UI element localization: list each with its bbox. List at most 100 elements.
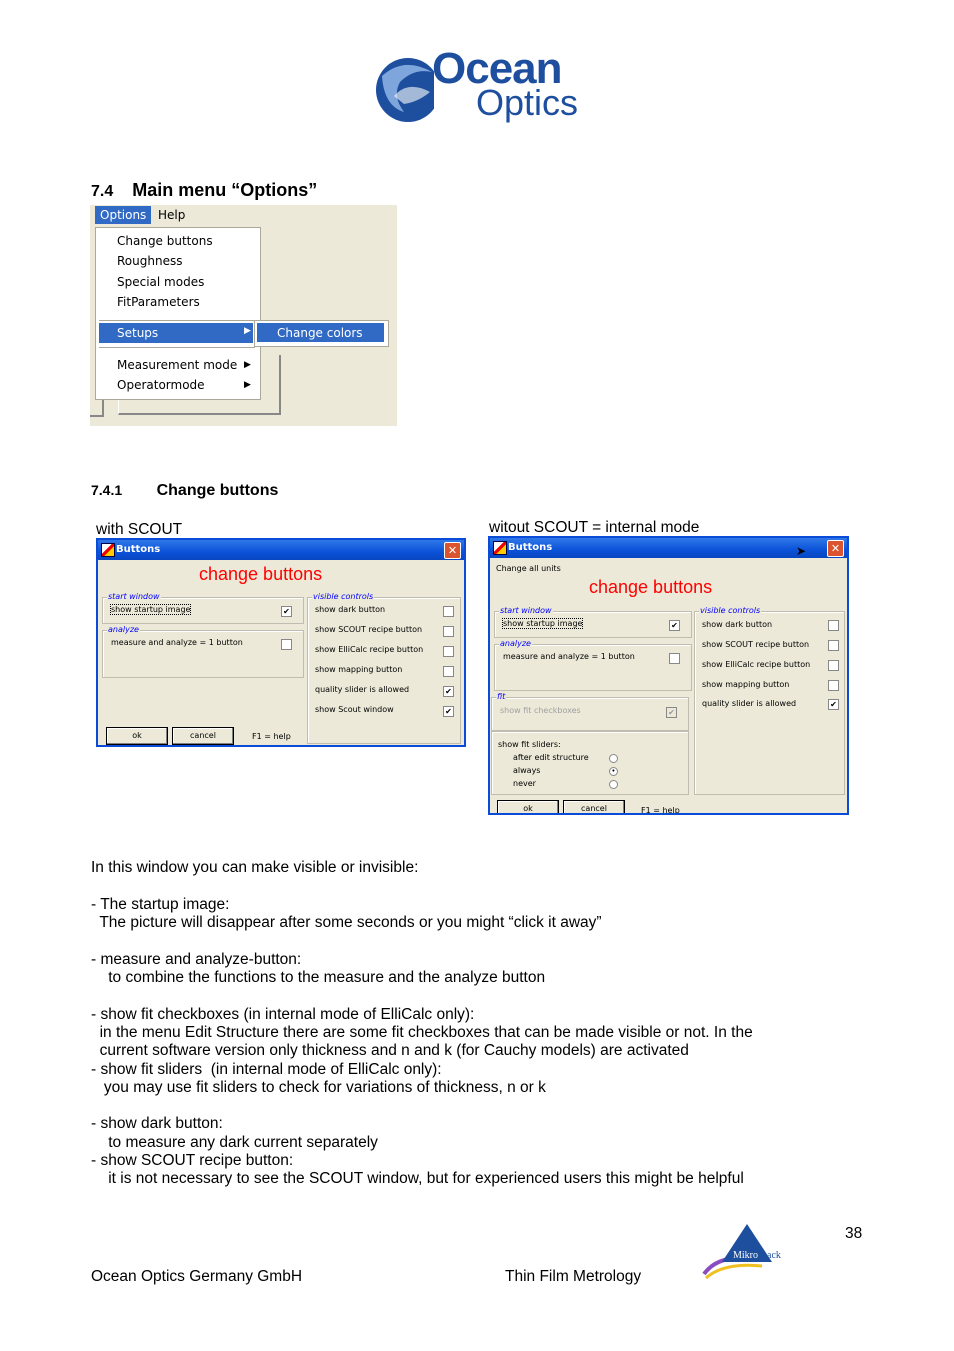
ok-button[interactable]: ok — [497, 800, 559, 813]
menu-options[interactable]: Options — [95, 206, 152, 224]
mikropack-logo: Mikro pack — [700, 1222, 795, 1282]
dialog-heading: change buttons — [199, 564, 323, 584]
fit-sliders-label: show fit sliders: — [498, 740, 561, 749]
submenu-arrow-icon: ▶ — [244, 360, 251, 370]
menu-item-setups[interactable]: Setups ▶ — [99, 323, 253, 343]
control-label: show dark button — [702, 620, 773, 629]
quality-slider-checkbox[interactable]: ✔ — [828, 699, 839, 710]
show-ellicalc-recipe-checkbox[interactable] — [828, 660, 839, 671]
ok-button[interactable]: ok — [106, 727, 168, 745]
menu-item-fitparameters[interactable]: FitParameters — [117, 295, 200, 309]
paragraph: - show fit checkboxes (in internal mode … — [91, 1005, 475, 1023]
fit-checkboxes-checkbox[interactable]: ✔ — [666, 707, 677, 718]
startup-image-checkbox[interactable]: ✔ — [281, 606, 292, 617]
analyze-group: analyze measure and analyze = 1 button — [102, 625, 304, 678]
setups-submenu: Change colors — [254, 320, 389, 347]
control-label: show SCOUT recipe button — [315, 625, 423, 634]
radio-label: after edit structure — [513, 753, 589, 762]
menu-item-change-colors[interactable]: Change colors — [257, 323, 384, 342]
group-label: start window — [499, 606, 553, 615]
measure-analyze-checkbox[interactable] — [281, 639, 292, 650]
show-scout-recipe-checkbox[interactable] — [828, 640, 839, 651]
close-icon[interactable]: ✕ — [827, 540, 844, 557]
footer-company: Ocean Optics Germany GmbH — [91, 1268, 303, 1285]
submenu-arrow-icon: ▶ — [244, 326, 251, 336]
startup-image-label[interactable]: show startup image — [109, 604, 192, 615]
show-mapping-checkbox[interactable] — [443, 666, 454, 677]
show-mapping-checkbox[interactable] — [828, 680, 839, 691]
show-scout-window-checkbox[interactable]: ✔ — [443, 706, 454, 717]
radio-label: never — [513, 779, 536, 788]
section-title: Main menu “Options” — [132, 180, 318, 200]
menu-item-change-buttons[interactable]: Change buttons — [117, 234, 213, 248]
wave-logo-icon — [376, 58, 434, 122]
menu-help[interactable]: Help — [158, 208, 185, 222]
menu-change-all-units[interactable]: Change all units — [496, 564, 561, 573]
submenu-arrow-icon: ▶ — [244, 380, 251, 390]
quality-slider-checkbox[interactable]: ✔ — [443, 686, 454, 697]
buttons-dialog-with-scout: Buttons ✕ change buttons start window sh… — [96, 538, 466, 747]
show-dark-button-checkbox[interactable] — [828, 620, 839, 631]
options-dropdown: Change buttons Roughness Special modes F… — [95, 227, 261, 400]
start-window-group: start window show startup image ✔ — [102, 592, 304, 624]
control-label: show mapping button — [702, 680, 790, 689]
startup-image-checkbox[interactable]: ✔ — [669, 620, 680, 631]
help-hint: F1 = help — [641, 806, 680, 815]
cancel-button[interactable]: cancel — [563, 800, 625, 813]
paragraph: In this window you can make visible or i… — [91, 859, 419, 877]
menu-item-measurement-mode[interactable]: Measurement mode — [117, 358, 237, 372]
show-dark-button-checkbox[interactable] — [443, 606, 454, 617]
startup-image-label[interactable]: show startup image — [501, 618, 584, 629]
paragraph: - measure and analyze-button: — [91, 950, 302, 968]
cancel-button[interactable]: cancel — [172, 727, 234, 745]
section-heading: 7.4 Main menu “Options” — [91, 180, 317, 201]
paragraph: - show dark button: — [91, 1115, 223, 1133]
help-hint: F1 = help — [252, 732, 291, 741]
menu-item-special-modes[interactable]: Special modes — [117, 275, 204, 289]
radio-after-edit-structure[interactable] — [609, 754, 618, 763]
document-page: Ocean Optics 7.4 Main menu “Options” Opt… — [0, 0, 954, 1351]
paragraph: - show SCOUT recipe button: — [91, 1152, 294, 1170]
paragraph: to combine the functions to the measure … — [91, 969, 546, 987]
group-label: analyze — [499, 639, 532, 648]
dialog-title: Buttons — [116, 544, 161, 555]
mouse-cursor-icon: ➤ — [796, 544, 807, 558]
start-window-group: start window show startup image ✔ — [494, 606, 692, 638]
measure-analyze-label: measure and analyze = 1 button — [503, 652, 635, 661]
logo-optics-text: Optics — [476, 82, 579, 123]
analyze-group: analyze measure and analyze = 1 button — [494, 639, 692, 691]
dialog-title-bar[interactable]: Buttons ➤ ✕ — [490, 538, 847, 558]
fit-group: fit show fit checkboxes ✔ — [491, 692, 689, 731]
show-scout-recipe-checkbox[interactable] — [443, 626, 454, 637]
paragraph: - The startup image: — [91, 895, 230, 913]
control-label: quality slider is allowed — [702, 699, 797, 708]
caption-without-scout: witout SCOUT = internal mode — [489, 519, 700, 536]
radio-always[interactable]: • — [609, 767, 618, 776]
show-ellicalc-recipe-checkbox[interactable] — [443, 646, 454, 657]
fit-checkboxes-label: show fit checkboxes — [500, 706, 581, 715]
subsection-heading: 7.4.1 Change buttons — [91, 482, 278, 500]
paragraph: it is not necessary to see the SCOUT win… — [91, 1170, 744, 1188]
radio-label: always — [513, 766, 541, 775]
caption-with-scout: with SCOUT — [96, 521, 183, 538]
paragraph: you may use fit sliders to check for var… — [91, 1078, 546, 1096]
dialog-heading: change buttons — [589, 577, 713, 597]
visible-controls-group: visible controls show dark button show S… — [307, 592, 461, 744]
footer-subject: Thin Film Metrology — [505, 1268, 642, 1285]
control-label: show ElliCalc recipe button — [315, 645, 424, 654]
menu-separator — [99, 320, 255, 321]
radio-never[interactable] — [609, 780, 618, 789]
group-label: start window — [107, 592, 161, 601]
control-label: show ElliCalc recipe button — [702, 660, 811, 669]
fit-sliders-group: show fit sliders: after edit structure a… — [491, 731, 689, 795]
subsection-number: 7.4.1 — [91, 482, 123, 498]
group-label: fit — [496, 692, 507, 701]
measure-analyze-checkbox[interactable] — [669, 653, 680, 664]
menu-item-roughness[interactable]: Roughness — [117, 254, 182, 268]
ocean-optics-logo: Ocean Optics — [374, 44, 594, 132]
menu-item-operatormode[interactable]: Operatormode — [117, 378, 205, 392]
group-label: analyze — [107, 625, 140, 634]
dialog-title: Buttons — [508, 542, 553, 553]
close-icon[interactable]: ✕ — [444, 542, 461, 559]
dialog-title-bar[interactable]: Buttons ✕ — [98, 540, 464, 560]
